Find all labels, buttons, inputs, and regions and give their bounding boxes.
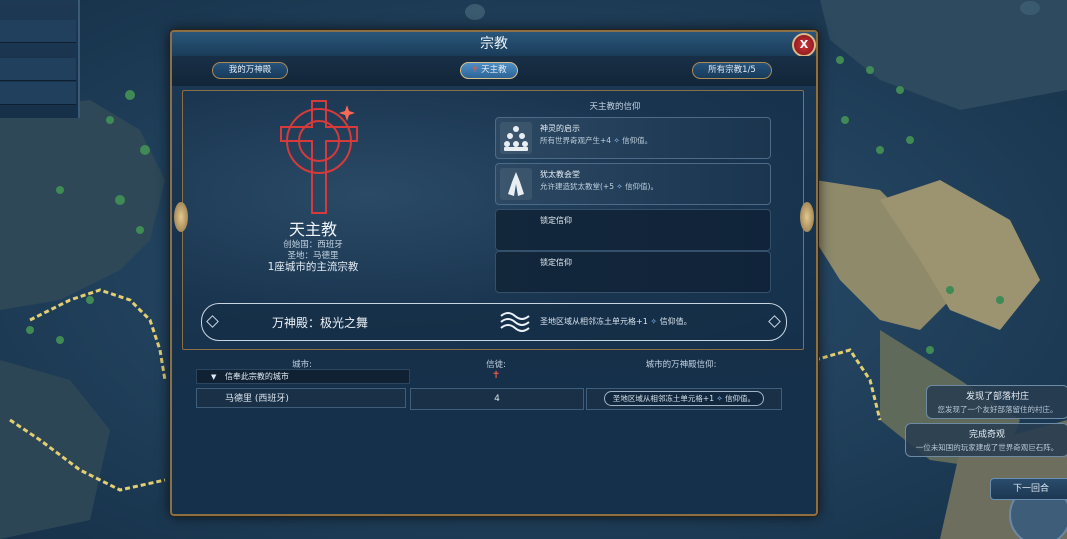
left-panel-bar[interactable] [0,82,76,105]
left-frame-ornament [174,202,188,232]
belief-name: 锁定信仰 [540,216,572,225]
notification-desc: 一位未知国的玩家建成了世界奇观巨石阵。 [915,443,1059,452]
locked-belief-slot[interactable]: 锁定信仰 [495,251,771,293]
column-header-pantheon: 城市的万神殿信仰: [645,360,717,370]
table-row-pantheon: 圣地区域从相邻冻土单元格+1 ✧ 信仰值。 [586,388,782,410]
notification-desc: 您发现了一个友好部落留住的村庄。 [937,405,1058,414]
belief-name: 犹太教会堂 [540,170,580,179]
next-turn-button[interactable]: 下一回合 [990,478,1067,500]
right-frame-ornament [800,202,814,232]
religion-overview: 天主教 创始国：西班牙 圣地：马德里 1座城市的主流宗教 天主教的信仰 神灵的启… [182,90,804,350]
notification-title: 完成奇观 [968,430,1005,440]
city-table: 城市: 信徒: 城市的万神殿信仰: ✝ ▼ 信奉此宗教的城市 马德里 (西班牙)… [182,350,802,512]
table-row-followers: 4 [410,388,584,410]
ornament-diamond [768,315,781,328]
religion-followers: 1座城市的主流宗教 [267,261,359,273]
pantheon-desc-text: 圣地区域从相邻冻土单元格+1 [540,317,648,326]
dropdown-arrow-icon: ▼ [211,373,217,381]
tab-my-pantheon[interactable]: 我的万神殿 [212,62,288,79]
column-header-followers: 信徒: [486,360,506,370]
belief-name: 神灵的启示 [540,124,580,133]
locked-belief-slot[interactable]: 锁定信仰 [495,209,771,251]
tab-catholicism[interactable]: ✝ 天主教 [460,62,518,79]
belief-desc-unit: 信仰值)。 [625,182,658,191]
ornament-diamond [206,315,219,328]
faith-icon: ✧ [650,317,658,326]
notification-title: 发现了部落村庄 [965,392,1029,402]
belief-desc: 所有世界奇观产生+4 ✧ 信仰值。 [540,135,652,146]
window-title: 宗教 [172,32,816,57]
faith-icon: ✧ [616,182,623,191]
left-info-panel [0,0,80,118]
pantheon-belief-text: 圣地区域从相邻冻土单元格+1 [612,394,714,403]
belief-desc: 允许建造犹太教堂(+5 ✧ 信仰值)。 [540,181,658,192]
pantheon-belief-pill[interactable]: 圣地区域从相邻冻土单元格+1 ✧ 信仰值。 [603,391,765,406]
belief-desc-text: 所有世界奇观产生+4 [540,136,612,145]
notification-wonder-completed[interactable]: 完成奇观 一位未知国的玩家建成了世界奇观巨石阵。 [905,423,1067,457]
aurora-icon [500,312,530,332]
religion-name: 天主教 [288,220,337,239]
pantheon-belief-unit: 信仰值。 [725,394,756,403]
belief-slot[interactable]: 神灵的启示 所有世界奇观产生+4 ✧ 信仰值。 [495,117,771,159]
religion-window: 宗教 X 我的万神殿 ✝ 天主教 所有宗教1/5 天主教 创始国：西班牙 圣地：… [170,30,818,516]
pantheon-desc: 圣地区域从相邻冻土单元格+1 ✧ 信仰值。 [540,316,692,327]
praying-hands-icon [500,168,532,200]
belief-name: 锁定信仰 [540,258,572,267]
prophets-icon [500,122,532,154]
pantheon-label: 万神殿：极光之舞 [272,316,369,330]
faith-icon: ✧ [716,394,723,403]
celtic-cross-icon [280,100,358,214]
faith-icon: ✧ [613,136,620,145]
notification-tribal-village[interactable]: 发现了部落村庄 您发现了一个友好部落留住的村庄。 [926,385,1067,419]
cross-icon: ✝ [471,65,479,75]
beliefs-title: 天主教的信仰 [589,102,641,112]
close-button[interactable]: X [792,33,816,57]
tab-all-religions[interactable]: 所有宗教1/5 [692,62,772,79]
city-filter-label: 信奉此宗教的城市 [224,372,289,381]
belief-desc-text: 允许建造犹太教堂(+5 [540,182,614,191]
tab-bar: 我的万神殿 ✝ 天主教 所有宗教1/5 [172,56,816,86]
city-filter-dropdown[interactable]: ▼ 信奉此宗教的城市 [196,369,410,384]
table-row-city[interactable]: 马德里 (西班牙) [196,388,406,408]
pantheon-belief[interactable]: 万神殿：极光之舞 圣地区域从相邻冻土单元格+1 ✧ 信仰值。 [201,303,787,341]
left-panel-bar[interactable] [0,20,76,43]
cross-icon: ✝ [492,370,501,381]
tab-catholicism-label: 天主教 [481,65,507,75]
belief-slot[interactable]: 犹太教会堂 允许建造犹太教堂(+5 ✧ 信仰值)。 [495,163,771,205]
belief-desc-unit: 信仰值。 [622,136,653,145]
pantheon-desc-unit: 信仰值。 [659,317,692,326]
left-panel-bar[interactable] [0,58,76,81]
